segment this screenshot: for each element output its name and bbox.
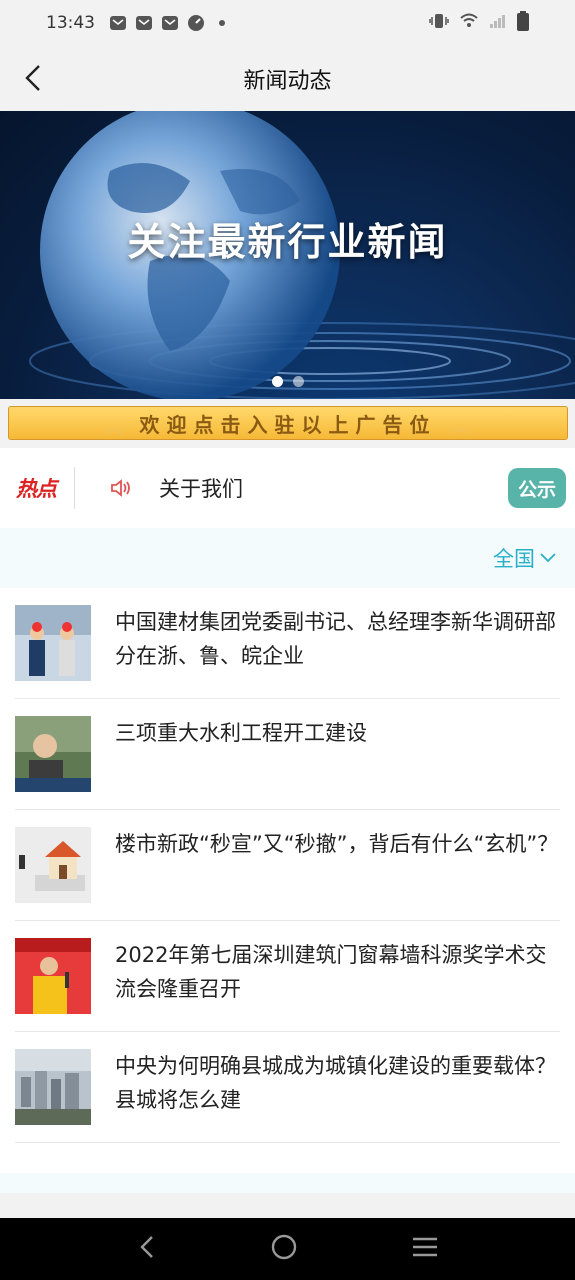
region-label: 全国 <box>493 547 535 571</box>
ad-text: 欢迎点击入驻以上广告位 <box>139 412 437 437</box>
region-filter-bar: 全国 <box>0 528 575 588</box>
hot-logo: 热点 <box>16 477 57 501</box>
hot-news-bar: 热点 关于我们 公示 <box>0 448 575 528</box>
announcement-link[interactable]: 关于我们 <box>159 473 243 503</box>
carousel-dot[interactable] <box>271 376 283 387</box>
news-thumbnail <box>15 1049 91 1125</box>
page-title: 新闻动态 <box>243 68 332 94</box>
signal-icon <box>489 13 507 33</box>
notice-button[interactable]: 公示 <box>508 468 566 508</box>
system-nav-bar <box>0 1218 575 1280</box>
news-thumbnail <box>15 938 91 1014</box>
nav-menu-button[interactable] <box>411 1236 439 1262</box>
news-item[interactable]: 中国建材集团党委副书记、总经理李新华调研部分在浙、鲁、皖企业 <box>15 588 560 699</box>
vibrate-icon <box>429 13 449 33</box>
menu-icon <box>412 1237 437 1257</box>
app-header: 新闻动态 <box>0 46 575 111</box>
news-item[interactable]: 中央为何明确县城成为城镇化建设的重要载体？县城将怎么建 <box>15 1032 560 1143</box>
carousel-dot[interactable] <box>292 376 304 387</box>
dot-icon <box>213 14 231 32</box>
nav-home-button[interactable] <box>270 1233 298 1265</box>
wifi-icon <box>459 13 479 33</box>
battery-icon <box>517 11 529 35</box>
status-time: 13:43 <box>46 13 95 33</box>
ad-banner[interactable]: ︽ 欢迎点击入驻以上广告位 ︽ <box>8 406 568 440</box>
list-footer <box>0 1173 575 1193</box>
news-thumbnail <box>15 605 91 681</box>
mail-icon <box>135 14 153 32</box>
news-item[interactable]: 三项重大水利工程开工建设 <box>15 699 560 810</box>
carousel-indicator <box>0 376 575 387</box>
chevron-up-icon: ︽ <box>105 417 123 438</box>
region-selector[interactable]: 全国 <box>493 543 557 573</box>
speaker-icon <box>109 476 133 500</box>
back-button[interactable] <box>18 62 48 94</box>
news-thumbnail <box>15 827 91 903</box>
news-title: 2022年第七届深圳建筑门窗幕墙科源奖学术交流会隆重召开 <box>115 943 547 1001</box>
chevron-left-icon <box>139 1236 153 1258</box>
news-title: 楼市新政“秒宣”又“秒撤”，背后有什么“玄机”？ <box>115 832 559 856</box>
news-list: 中国建材集团党委副书记、总经理李新华调研部分在浙、鲁、皖企业 三项重大水利工程开… <box>0 588 575 1173</box>
chevron-down-icon <box>540 553 556 563</box>
status-bar: 13:43 <box>0 0 575 46</box>
news-title: 中央为何明确县城成为城镇化建设的重要载体？县城将怎么建 <box>115 1054 556 1112</box>
news-title: 三项重大水利工程开工建设 <box>115 721 367 745</box>
status-indicators <box>429 11 529 35</box>
chevron-up-icon: ︽ <box>451 417 469 438</box>
news-title: 中国建材集团党委副书记、总经理李新华调研部分在浙、鲁、皖企业 <box>115 610 556 668</box>
divider <box>74 467 75 509</box>
banner-carousel[interactable]: 关注最新行业新闻 <box>0 111 575 399</box>
banner-headline: 关注最新行业新闻 <box>127 220 448 264</box>
home-circle-icon <box>271 1234 296 1260</box>
news-item[interactable]: 楼市新政“秒宣”又“秒撤”，背后有什么“玄机”？ <box>15 810 560 921</box>
nav-back-button[interactable] <box>137 1234 157 1264</box>
mail-icon <box>161 14 179 32</box>
speedometer-icon <box>187 14 205 32</box>
news-item[interactable]: 2022年第七届深圳建筑门窗幕墙科源奖学术交流会隆重召开 <box>15 921 560 1032</box>
news-thumbnail <box>15 716 91 792</box>
chevron-left-icon <box>25 65 40 91</box>
mail-icon <box>109 14 127 32</box>
